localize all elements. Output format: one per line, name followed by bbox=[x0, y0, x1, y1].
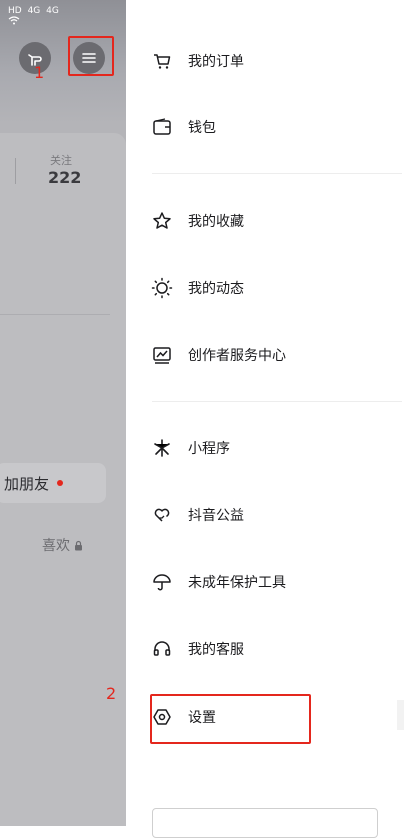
menu-button-highlight bbox=[68, 36, 114, 76]
cart-icon bbox=[151, 50, 173, 72]
add-friend-button[interactable]: 加朋友 bbox=[0, 463, 106, 503]
notification-dot bbox=[57, 480, 64, 486]
wifi-icon bbox=[8, 16, 62, 25]
likes-label: 喜欢 bbox=[42, 538, 70, 554]
hd-badge: HD bbox=[8, 6, 22, 16]
bottom-button[interactable] bbox=[152, 808, 378, 838]
side-drawer: 我的订单 钱包 我的收藏 我的动态 创作者服务中心 小程序 抖音公益 未成年保护… bbox=[126, 0, 404, 838]
signal-1-label: 4G bbox=[27, 6, 41, 16]
sparkle-icon bbox=[151, 437, 173, 459]
menu-item-charity[interactable]: 抖音公益 bbox=[126, 495, 404, 535]
menu-item-favorites[interactable]: 我的收藏 bbox=[126, 201, 404, 241]
star-icon bbox=[151, 210, 173, 232]
follow-label: 关注 bbox=[50, 154, 72, 167]
menu-item-creator-center-label: 创作者服务中心 bbox=[188, 348, 286, 364]
menu-item-creator-center[interactable]: 创作者服务中心 bbox=[126, 335, 404, 375]
menu-item-mini-programs-label: 小程序 bbox=[188, 441, 230, 457]
menu-item-activity-label: 我的动态 bbox=[188, 281, 244, 297]
likes-tab[interactable]: 喜欢 bbox=[42, 535, 83, 555]
menu-divider bbox=[152, 173, 402, 174]
menu-item-customer-service-label: 我的客服 bbox=[188, 642, 244, 658]
menu-divider bbox=[152, 401, 402, 402]
menu-item-mini-programs[interactable]: 小程序 bbox=[126, 428, 404, 468]
settings-highlight bbox=[150, 694, 311, 744]
umbrella-icon bbox=[151, 571, 173, 593]
status-bar: HD 4G 4G bbox=[8, 6, 62, 35]
headset-icon bbox=[151, 638, 173, 660]
activity-icon bbox=[151, 277, 173, 299]
profile-overlay[interactable]: HD 4G 4G 1 关注 222 加朋友 喜欢 2 bbox=[0, 0, 126, 826]
menu-item-customer-service[interactable]: 我的客服 bbox=[126, 629, 404, 669]
wallet-icon bbox=[151, 116, 173, 138]
lock-icon bbox=[74, 540, 83, 551]
menu-item-wallet-label: 钱包 bbox=[188, 120, 216, 136]
edge-shadow bbox=[397, 700, 404, 730]
menu-item-minor-protection[interactable]: 未成年保护工具 bbox=[126, 562, 404, 602]
divider bbox=[0, 314, 110, 315]
stat-divider bbox=[15, 158, 16, 184]
menu-item-favorites-label: 我的收藏 bbox=[188, 214, 244, 230]
add-friend-label: 加朋友 bbox=[4, 474, 50, 493]
signal-2-label: 4G bbox=[46, 6, 59, 16]
chart-icon bbox=[151, 344, 173, 366]
step-2-label: 2 bbox=[106, 684, 117, 703]
heart-hand-icon bbox=[151, 504, 173, 526]
menu-item-charity-label: 抖音公益 bbox=[188, 508, 244, 524]
menu-item-wallet[interactable]: 钱包 bbox=[126, 107, 404, 147]
menu-item-minor-protection-label: 未成年保护工具 bbox=[188, 575, 286, 591]
menu-item-orders[interactable]: 我的订单 bbox=[126, 41, 404, 81]
menu-item-orders-label: 我的订单 bbox=[188, 54, 244, 70]
menu-item-activity[interactable]: 我的动态 bbox=[126, 268, 404, 308]
step-1-label: 1 bbox=[34, 63, 45, 82]
follow-count[interactable]: 222 bbox=[48, 168, 81, 187]
